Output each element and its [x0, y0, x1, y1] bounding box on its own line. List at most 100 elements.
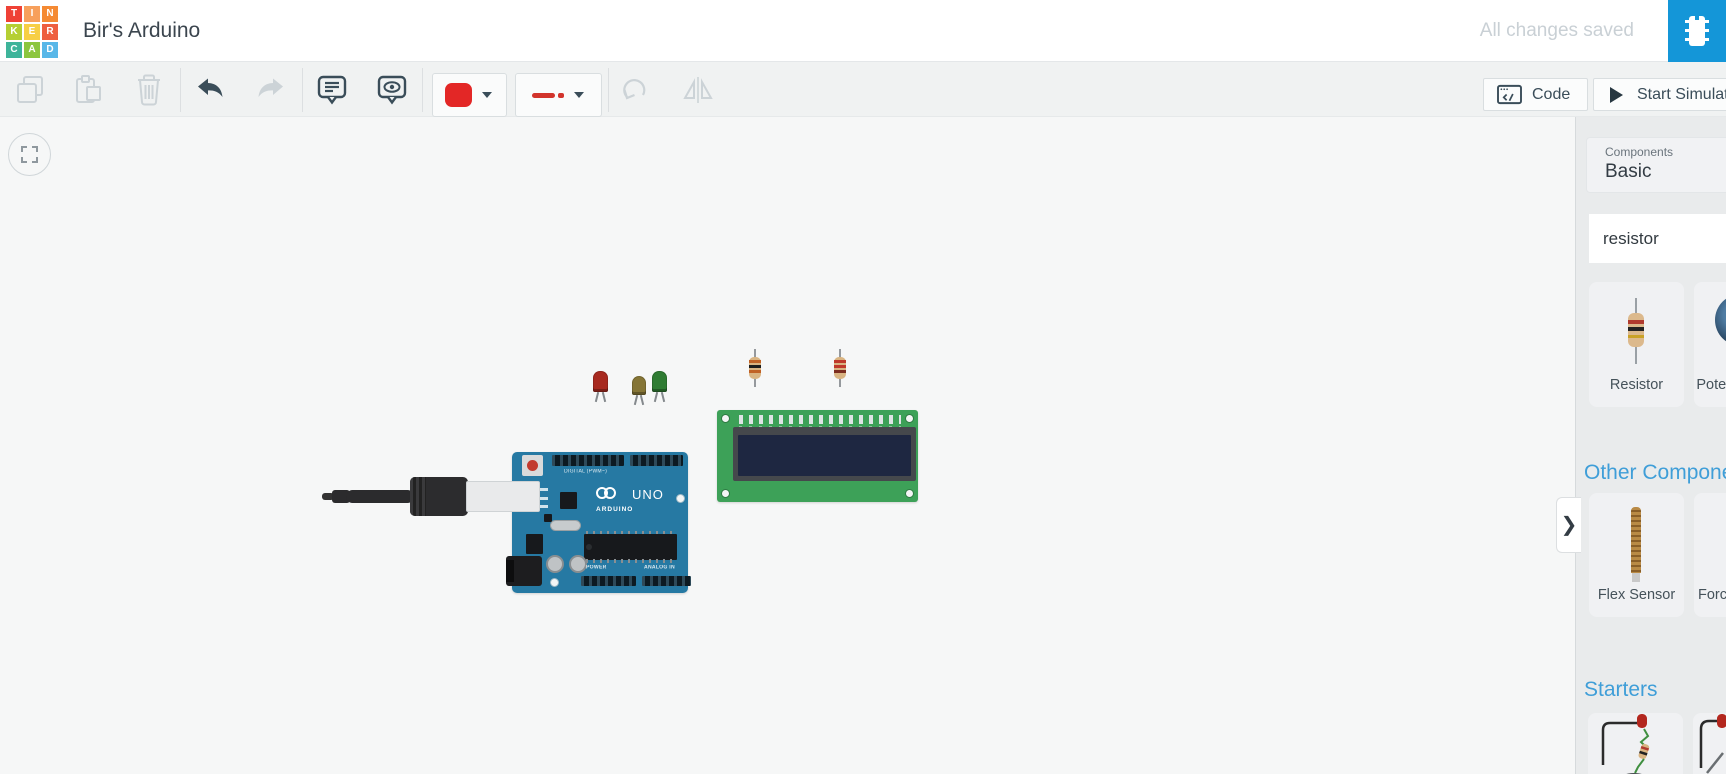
redo-button[interactable] — [249, 70, 293, 110]
components-label: Components — [1605, 145, 1674, 159]
resistor-component-1[interactable] — [748, 349, 762, 387]
usb-plug-body[interactable] — [410, 477, 468, 516]
copy-button[interactable] — [9, 70, 53, 110]
logo-tile: C — [6, 42, 22, 58]
logo-tile: D — [42, 42, 58, 58]
tinkercad-logo[interactable]: T I N K E R C A D — [6, 6, 60, 60]
mounting-hole — [905, 489, 914, 498]
capacitor — [569, 555, 587, 573]
circuit-canvas[interactable]: DIGITAL (PWM~) UNO ARDUINO POWER ANALOG … — [0, 117, 1726, 774]
logo-tile: T — [6, 6, 22, 22]
paste-button[interactable] — [66, 70, 110, 110]
component-card-label: Resistor — [1609, 377, 1664, 393]
code-icon — [1497, 84, 1522, 105]
logo-tile: E — [24, 24, 40, 40]
power-jack — [506, 556, 542, 586]
toolbar-separator — [180, 68, 181, 112]
potentiometer-icon — [1715, 294, 1726, 346]
logo-tile: K — [6, 24, 22, 40]
starters-heading: Starters — [1584, 678, 1658, 701]
digital-pins-label: DIGITAL (PWM~) — [564, 469, 608, 475]
led-red[interactable] — [593, 371, 609, 403]
component-card-force-sensor[interactable]: Force Sensor — [1694, 493, 1726, 617]
mounting-hole — [721, 489, 730, 498]
mirror-button[interactable] — [676, 70, 720, 110]
led-green-body — [652, 371, 667, 392]
toggle-labels-button[interactable] — [370, 70, 414, 110]
usb-cable-wire[interactable] — [346, 490, 414, 503]
toolbar: Code Start Simulation — [0, 62, 1726, 117]
component-card-label: Flex Sensor — [1597, 587, 1676, 603]
logo-tile: R — [42, 24, 58, 40]
component-card-potentiometer[interactable]: Potentiometer — [1694, 282, 1726, 407]
sidebar-collapse-handle[interactable]: ❯ — [1556, 497, 1581, 553]
usb-plug-shell[interactable] — [466, 481, 540, 512]
trash-icon — [138, 74, 160, 106]
zoom-to-fit-icon — [21, 146, 38, 163]
voltage-regulator — [526, 534, 543, 554]
notes-icon — [317, 75, 347, 105]
notes-button[interactable] — [310, 70, 354, 110]
led-yellow[interactable] — [632, 376, 648, 408]
capacitor — [546, 555, 564, 573]
atmega-chip — [584, 534, 677, 560]
digital-pin-header[interactable] — [552, 455, 624, 466]
starter-card-1[interactable] — [1588, 713, 1683, 774]
component-search-input[interactable] — [1589, 214, 1726, 263]
chevron-right-icon: ❯ — [1560, 514, 1578, 536]
arduino-uno-board[interactable]: DIGITAL (PWM~) UNO ARDUINO POWER ANALOG … — [506, 452, 691, 593]
arduino-infinity-logo — [596, 486, 616, 504]
wire-style-glyph — [532, 92, 564, 98]
rotate-icon — [623, 79, 646, 100]
component-card-flex-sensor[interactable]: Flex Sensor — [1589, 493, 1684, 617]
analog-pin-header[interactable] — [642, 576, 691, 586]
save-status: All changes saved — [1479, 20, 1634, 41]
copy-icon — [17, 76, 43, 103]
lcd-pin-row[interactable] — [739, 415, 901, 424]
start-simulation-button[interactable]: Start Simulation — [1593, 78, 1726, 111]
label-visibility-icon — [377, 75, 407, 105]
led-green[interactable] — [652, 371, 668, 403]
start-simulation-label: Start Simulation — [1637, 85, 1726, 103]
code-button[interactable]: Code — [1483, 78, 1588, 111]
redo-icon — [258, 78, 283, 97]
component-color-dropdown[interactable] — [432, 73, 507, 117]
components-category-dropdown[interactable]: Components Basic — [1586, 137, 1726, 193]
led-red-body — [593, 371, 608, 392]
digital-pin-header[interactable] — [630, 455, 683, 466]
flex-sensor-icon — [1631, 507, 1641, 573]
code-button-label: Code — [1532, 85, 1571, 103]
toolbar-separator — [608, 68, 609, 112]
zoom-to-fit-button[interactable] — [8, 133, 51, 176]
chevron-down-icon — [482, 92, 492, 98]
resistor-component-2[interactable] — [833, 349, 847, 387]
mounting-hole — [676, 494, 685, 503]
lcd-16x2-display[interactable] — [717, 410, 918, 502]
reset-button[interactable] — [522, 455, 543, 476]
logo-tile: I — [24, 6, 40, 22]
usb-plug-grip — [410, 477, 426, 516]
lcd-screen — [738, 435, 911, 476]
other-components-heading: Other Components — [1584, 461, 1726, 484]
toolbar-separator — [422, 68, 423, 112]
crystal-oscillator — [550, 520, 581, 531]
starter-card-2[interactable] — [1693, 713, 1726, 774]
components-category-value: Basic — [1605, 161, 1652, 182]
power-pins-label: POWER — [586, 565, 607, 571]
rotate-button[interactable] — [613, 70, 657, 110]
mounting-hole — [721, 414, 730, 423]
paste-icon — [76, 75, 101, 103]
led-yellow-body — [632, 376, 646, 395]
delete-button[interactable] — [127, 70, 171, 110]
power-pin-header[interactable] — [581, 576, 636, 586]
logo-tile: N — [42, 6, 58, 22]
component-card-resistor[interactable]: Resistor — [1589, 282, 1684, 407]
chip-icon — [1685, 15, 1709, 47]
design-title[interactable]: Bir's Arduino — [83, 0, 200, 62]
component-card-label: Force Sensor — [1697, 587, 1726, 603]
logo-tile: A — [24, 42, 40, 58]
circuits-menu-button[interactable] — [1668, 0, 1726, 62]
starter-circuit-icon — [1601, 714, 1650, 774]
undo-button[interactable] — [188, 70, 232, 110]
resistance-style-dropdown[interactable] — [515, 73, 602, 117]
